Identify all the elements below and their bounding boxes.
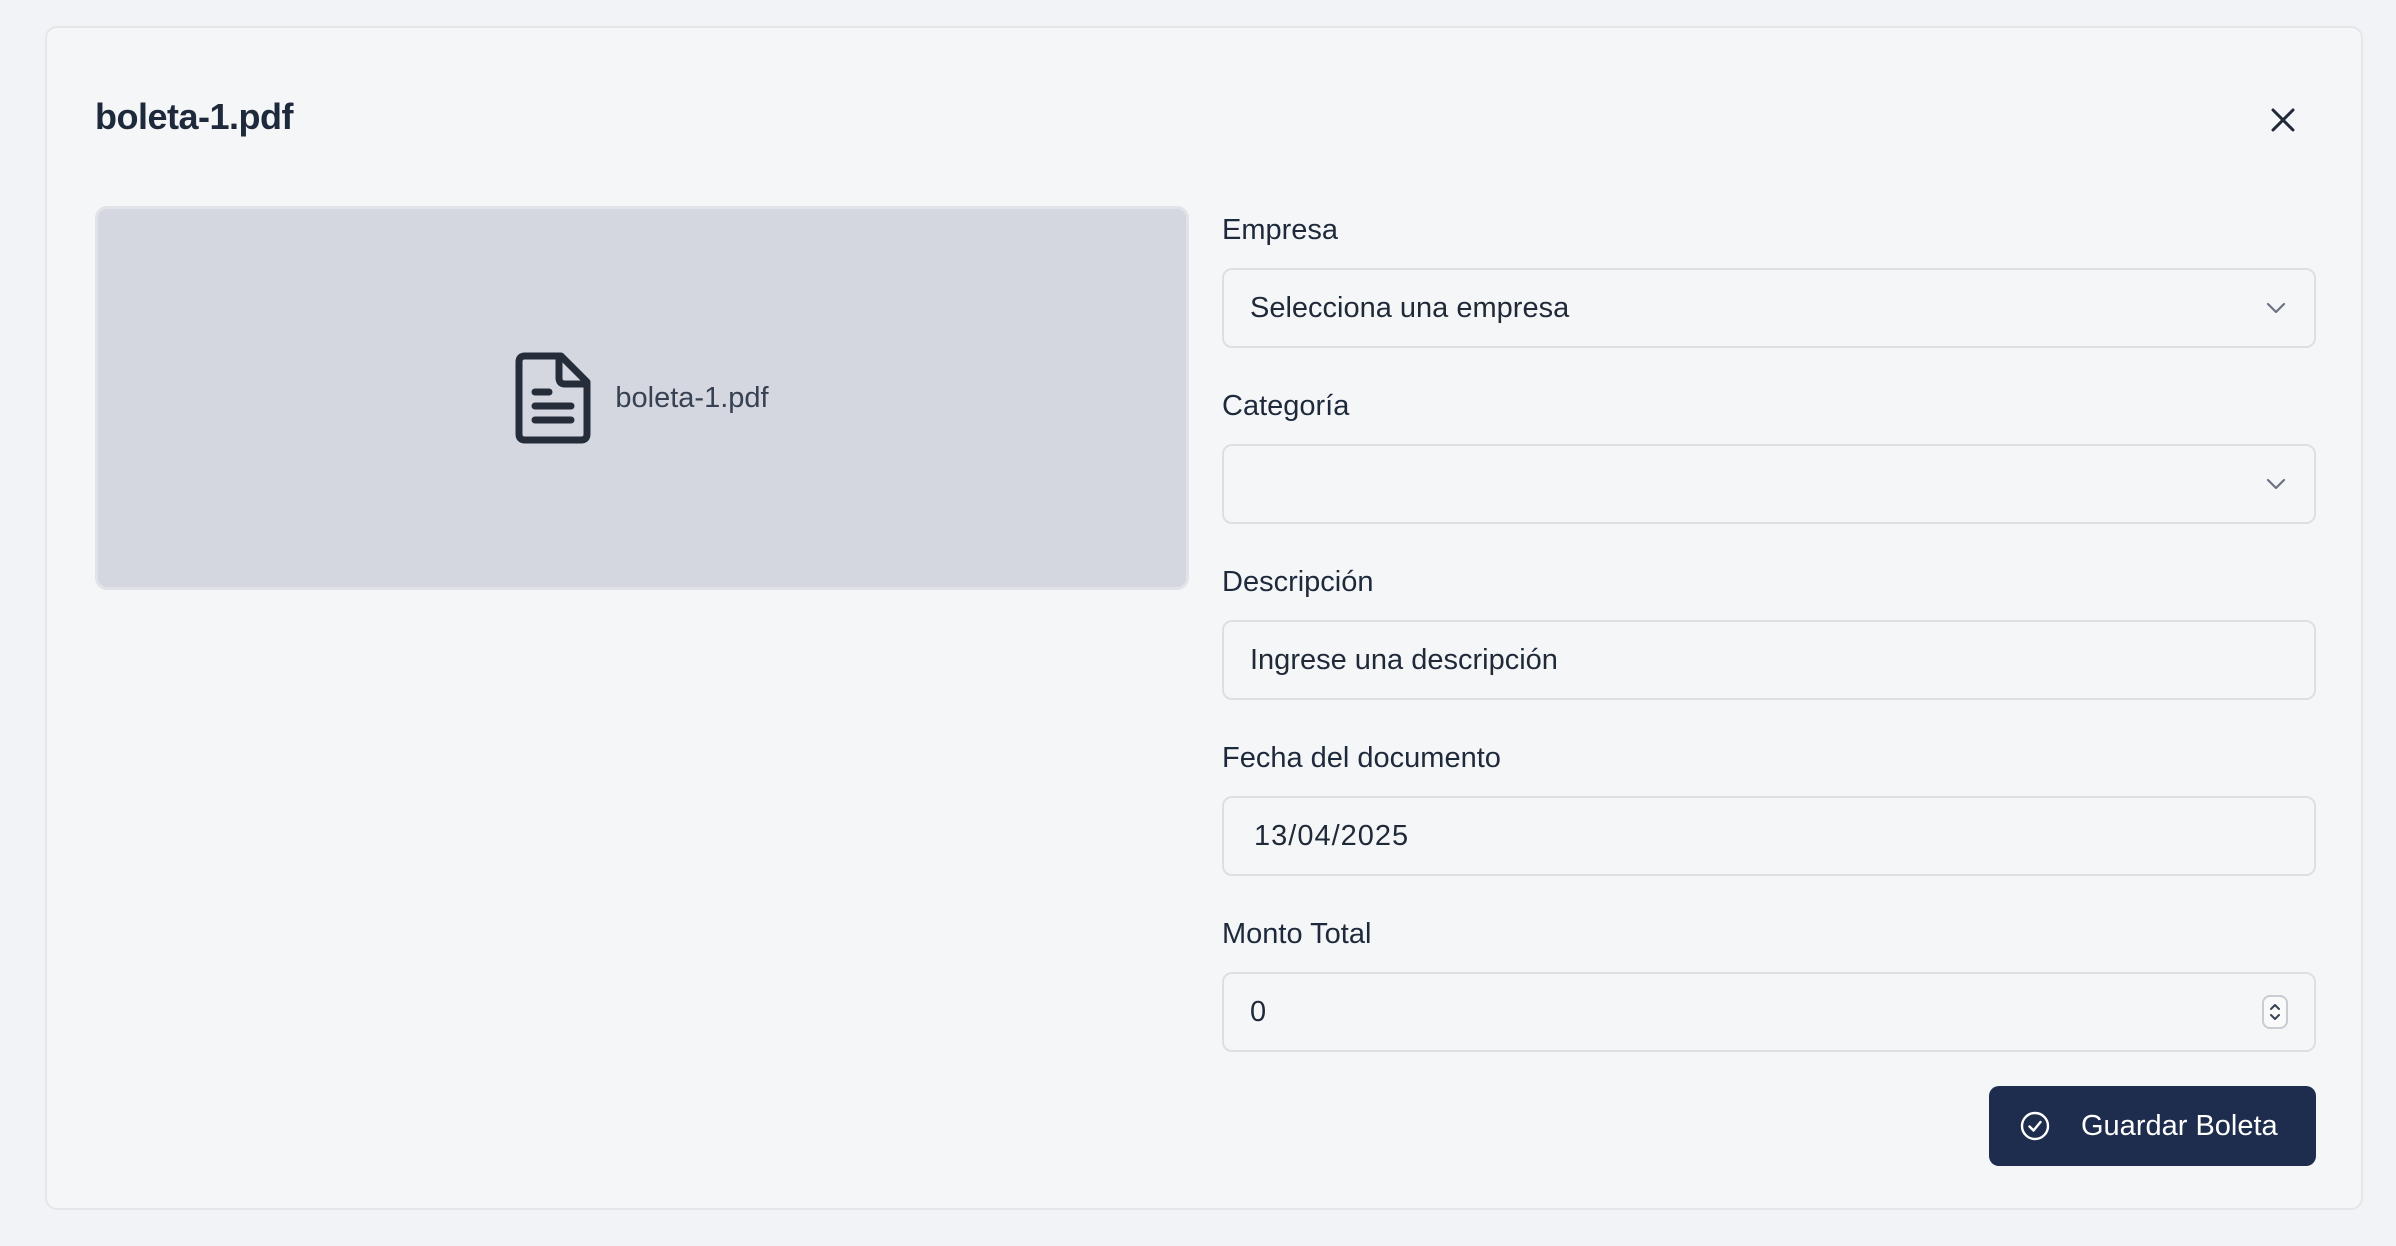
- stepper-down-icon[interactable]: [2268, 1012, 2282, 1022]
- chevron-down-icon: [2266, 478, 2286, 490]
- categoria-label: Categoría: [1222, 390, 1350, 422]
- empresa-select[interactable]: Selecciona una empresa: [1222, 268, 2316, 348]
- close-icon: [2271, 108, 2295, 132]
- fecha-label: Fecha del documento: [1222, 742, 1501, 774]
- preview-file-name: boleta-1.pdf: [615, 381, 769, 414]
- stepper-up-icon[interactable]: [2268, 1002, 2282, 1012]
- save-button-label: Guardar Boleta: [2081, 1109, 2278, 1142]
- number-stepper[interactable]: [2262, 995, 2288, 1029]
- file-preview: boleta-1.pdf: [95, 206, 1189, 590]
- fecha-value: 13/04/2025: [1254, 819, 1410, 852]
- monto-label: Monto Total: [1222, 918, 1372, 950]
- descripcion-input[interactable]: Ingrese una descripción: [1222, 620, 2316, 700]
- modal-title: boleta-1.pdf: [95, 96, 294, 137]
- empresa-label: Empresa: [1222, 214, 1339, 246]
- categoria-select[interactable]: [1222, 444, 2316, 524]
- save-boleta-button[interactable]: Guardar Boleta: [1989, 1086, 2316, 1166]
- chevron-down-icon: [2266, 302, 2286, 314]
- close-button[interactable]: [2259, 96, 2307, 144]
- check-circle-icon: [2020, 1111, 2050, 1141]
- monto-value: 0: [1250, 995, 1267, 1028]
- empresa-value: Selecciona una empresa: [1250, 291, 1570, 324]
- file-document-icon: [515, 352, 591, 444]
- monto-input[interactable]: 0: [1222, 972, 2316, 1052]
- descripcion-label: Descripción: [1222, 566, 1374, 598]
- fecha-input[interactable]: 13/04/2025: [1222, 796, 2316, 876]
- descripcion-placeholder: Ingrese una descripción: [1250, 643, 1558, 676]
- upload-modal: boleta-1.pdf boleta-1.pdf Empresa Selecc…: [45, 26, 2363, 1210]
